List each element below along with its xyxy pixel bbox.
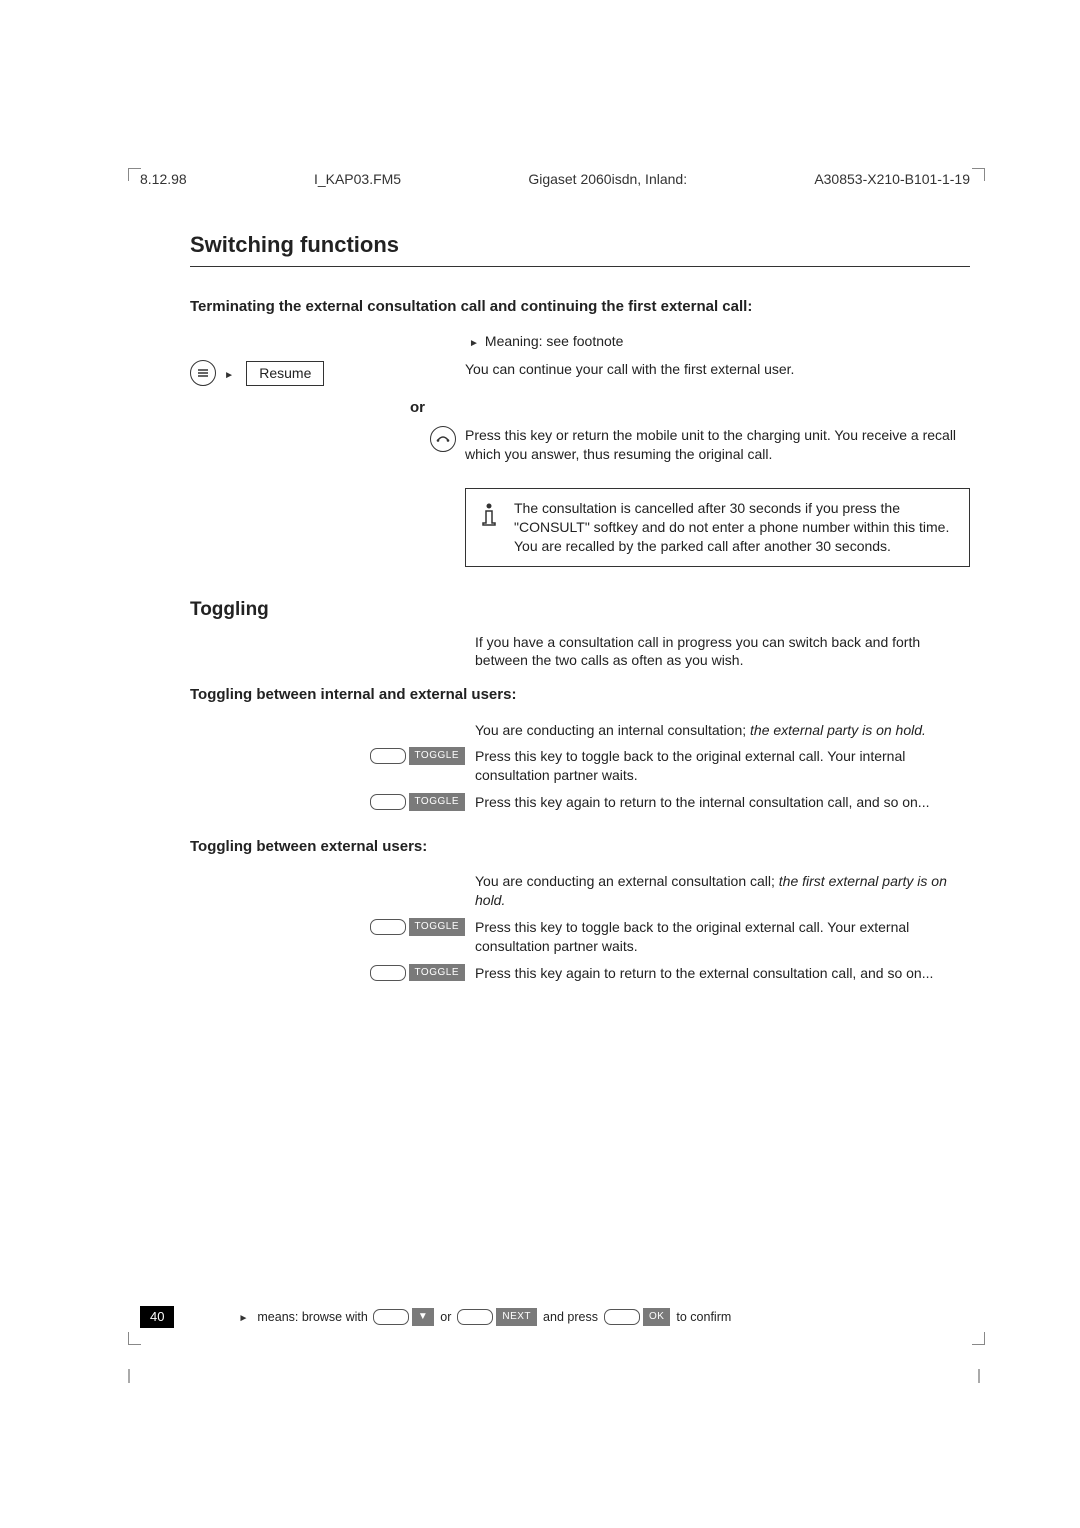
toggle-softkey-1: TOGGLE [370,747,466,765]
int-ext-line1a: You are conducting an internal consultat… [475,722,750,738]
ext-line1: You are conducting an external consultat… [475,872,970,910]
header-date: 8.12.98 [140,170,187,189]
softkey-blank-icon [373,1309,409,1325]
softkey-blank-icon [370,919,406,935]
header-docnum: A30853-X210-B101-1-19 [814,170,970,189]
arrow-icon [224,364,234,384]
note-text: The consultation is cancelled after 30 s… [514,500,949,554]
int-ext-line3: Press this key again to return to the in… [475,793,970,812]
toggle-softkey-2: TOGGLE [370,793,466,811]
down-softkey: ▼ [412,1308,434,1326]
section-title: Switching functions [190,230,970,267]
ok-softkey: OK [643,1308,670,1326]
ext-line3: Press this key again to return to the ex… [475,964,970,983]
resume-step: Resume [190,360,420,386]
softkey-label: TOGGLE [409,964,466,982]
footer-or: or [440,1309,451,1326]
softkey-blank-icon [604,1309,640,1325]
toggling-intro: If you have a consultation call in progr… [475,633,970,671]
resume-menu-item: Resume [246,361,324,386]
meaning-footnote: Meaning: see footnote [485,332,624,352]
terminating-subhead: Terminating the external consultation ca… [190,297,970,317]
menu-icon [190,360,216,386]
softkey-label: TOGGLE [409,747,466,765]
header-title: Gigaset 2060isdn, Inland: [528,170,687,189]
toggling-title: Toggling [190,597,970,623]
note-box: The consultation is cancelled after 30 s… [465,488,970,567]
softkey-blank-icon [370,794,406,810]
toggle-softkey-4: TOGGLE [370,964,466,982]
page-number: 40 [140,1306,174,1328]
on-hook-icon [430,426,456,452]
footer-text-2: and press [543,1309,598,1326]
arrow-icon [238,1309,248,1326]
softkey-label: TOGGLE [409,793,466,811]
toggling-ext-head: Toggling between external users: [190,837,970,857]
softkey-label: TOGGLE [409,918,466,936]
int-ext-line1b: the external party is on hold. [750,722,926,738]
int-ext-line2: Press this key to toggle back to the ori… [475,747,970,785]
toggling-int-ext-head: Toggling between internal and external u… [190,685,970,705]
header-file: I_KAP03.FM5 [314,170,401,189]
crop-mark-tr [972,168,985,181]
crop-mark-bl [128,1332,141,1345]
or-label: or [410,398,970,418]
ext-line1a: You are conducting an external consultat… [475,873,779,889]
page-header: 8.12.98 I_KAP03.FM5 Gigaset 2060isdn, In… [140,170,970,189]
crop-mark-br [972,1332,985,1345]
footer-text-1: means: browse with [257,1309,367,1326]
continue-text: You can continue your call with the firs… [465,360,970,379]
info-icon [476,503,502,534]
crop-mark-right-bottom [978,1369,980,1383]
toggle-softkey-3: TOGGLE [370,918,466,936]
int-ext-line1: You are conducting an internal consultat… [475,721,970,740]
press-key-text: Press this key or return the mobile unit… [465,426,970,464]
next-softkey: NEXT [496,1308,537,1326]
footer-text-3: to confirm [676,1309,731,1326]
softkey-blank-icon [457,1309,493,1325]
crop-mark-left-bottom [128,1369,130,1383]
softkey-blank-icon [370,748,406,764]
arrow-icon [469,332,479,352]
ext-line2: Press this key to toggle back to the ori… [475,918,970,956]
softkey-blank-icon [370,965,406,981]
page-footer: 40 means: browse with ▼ or NEXT and pres… [140,1306,970,1328]
